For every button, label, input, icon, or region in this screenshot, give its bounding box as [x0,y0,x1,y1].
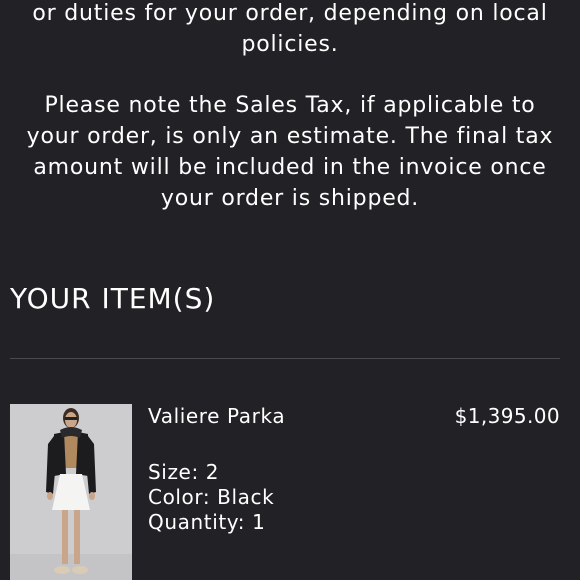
order-summary-page: or duties for your order, depending on l… [0,0,580,580]
product-thumbnail[interactable] [10,404,132,580]
duties-notice-line: or duties for your order, depending on l… [32,1,548,26]
duties-notice-line: policies. [241,32,339,57]
sales-tax-notice-line: your order is shipped. [160,186,420,211]
product-size: Size: 2 [148,460,220,484]
duties-notice: or duties for your order, depending on l… [10,0,570,60]
sales-tax-notice: Please note the Sales Tax, if applicable… [10,90,570,214]
section-divider [10,358,560,359]
product-photo-icon [10,404,132,580]
sales-tax-notice-line: amount will be included in the invoice o… [33,155,547,180]
sales-tax-notice-line: your order, is only an estimate. The fin… [26,124,554,149]
sales-tax-notice-line: Please note the Sales Tax, if applicable… [44,93,536,118]
product-color: Color: Black [148,485,275,509]
cart-item[interactable]: Valiere Parka $1,395.00 Size: 2 Color: B… [10,404,570,580]
product-price: $1,395.00 [454,404,560,428]
your-items-heading: YOUR ITEM(S) [10,282,216,315]
product-quantity: Quantity: 1 [148,510,266,534]
product-name-link[interactable]: Valiere Parka [148,404,285,428]
